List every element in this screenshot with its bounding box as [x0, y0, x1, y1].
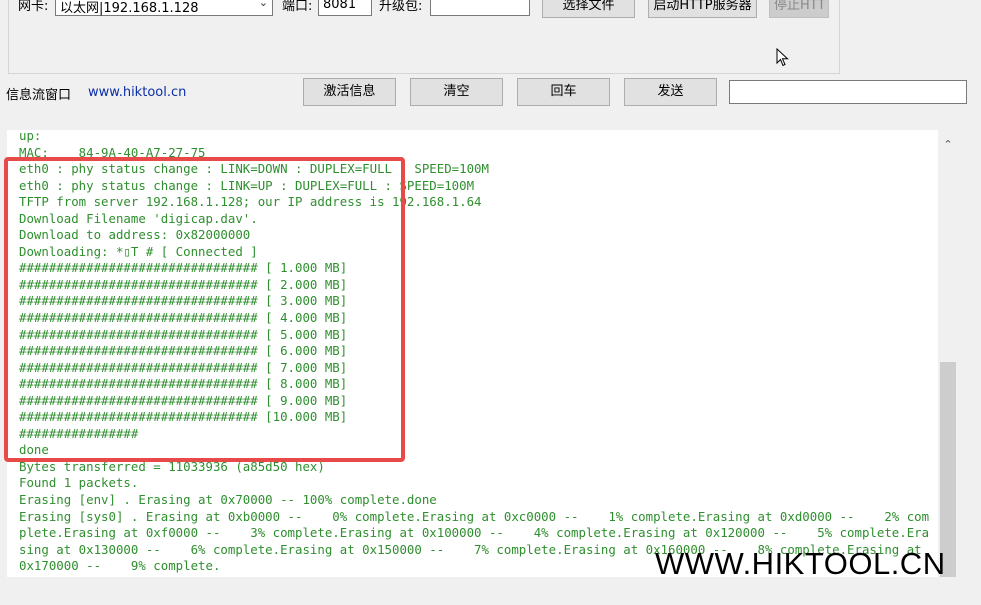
- clear-button[interactable]: 清空: [410, 78, 503, 106]
- nic-label: 网卡:: [18, 0, 49, 14]
- watermark: WWW.HIKTOOL.CN: [655, 546, 946, 581]
- log-line: Erasing [sys0] . Erasing at 0xb0000 -- 0…: [19, 508, 930, 524]
- log-line: plete.Erasing at 0xf0000 -- 3% complete.…: [19, 525, 930, 541]
- nic-select[interactable]: 以太网|192.168.1.128 ⌄: [55, 0, 273, 16]
- log-console-scrollbar[interactable]: ⌃: [938, 130, 958, 577]
- log-line: Found 1 packets.: [19, 475, 139, 491]
- chevron-up-icon[interactable]: ⌃: [938, 138, 958, 154]
- start-http-server-button[interactable]: 启动HTTP服务器: [648, 0, 757, 18]
- select-file-button[interactable]: 选择文件: [542, 0, 635, 18]
- activate-info-button[interactable]: 激活信息: [303, 78, 396, 106]
- highlight-box: [4, 157, 405, 462]
- stop-http-server-button[interactable]: 停止HTT: [769, 0, 829, 18]
- nic-select-value: 以太网|192.168.1.128: [60, 1, 199, 16]
- log-line: Erasing [env] . Erasing at 0x70000 -- 10…: [19, 492, 437, 508]
- enter-button[interactable]: 回车: [517, 78, 610, 106]
- log-line: 0x170000 -- 9% complete.: [19, 558, 221, 574]
- send-button[interactable]: 发送: [624, 78, 717, 106]
- port-input[interactable]: 8081: [318, 0, 372, 16]
- log-line: up:: [19, 130, 42, 143]
- send-input[interactable]: [729, 80, 967, 104]
- package-path-input[interactable]: [430, 0, 530, 16]
- package-label: 升级包:: [379, 0, 423, 14]
- scrollbar-thumb[interactable]: [940, 362, 956, 577]
- website-link[interactable]: www.hiktool.cn: [88, 85, 186, 100]
- log-window-label: 信息流窗口: [6, 88, 72, 103]
- mouse-cursor-icon: [776, 48, 789, 67]
- port-label: 端口:: [282, 0, 313, 14]
- chevron-down-icon[interactable]: ⌄: [259, 0, 268, 9]
